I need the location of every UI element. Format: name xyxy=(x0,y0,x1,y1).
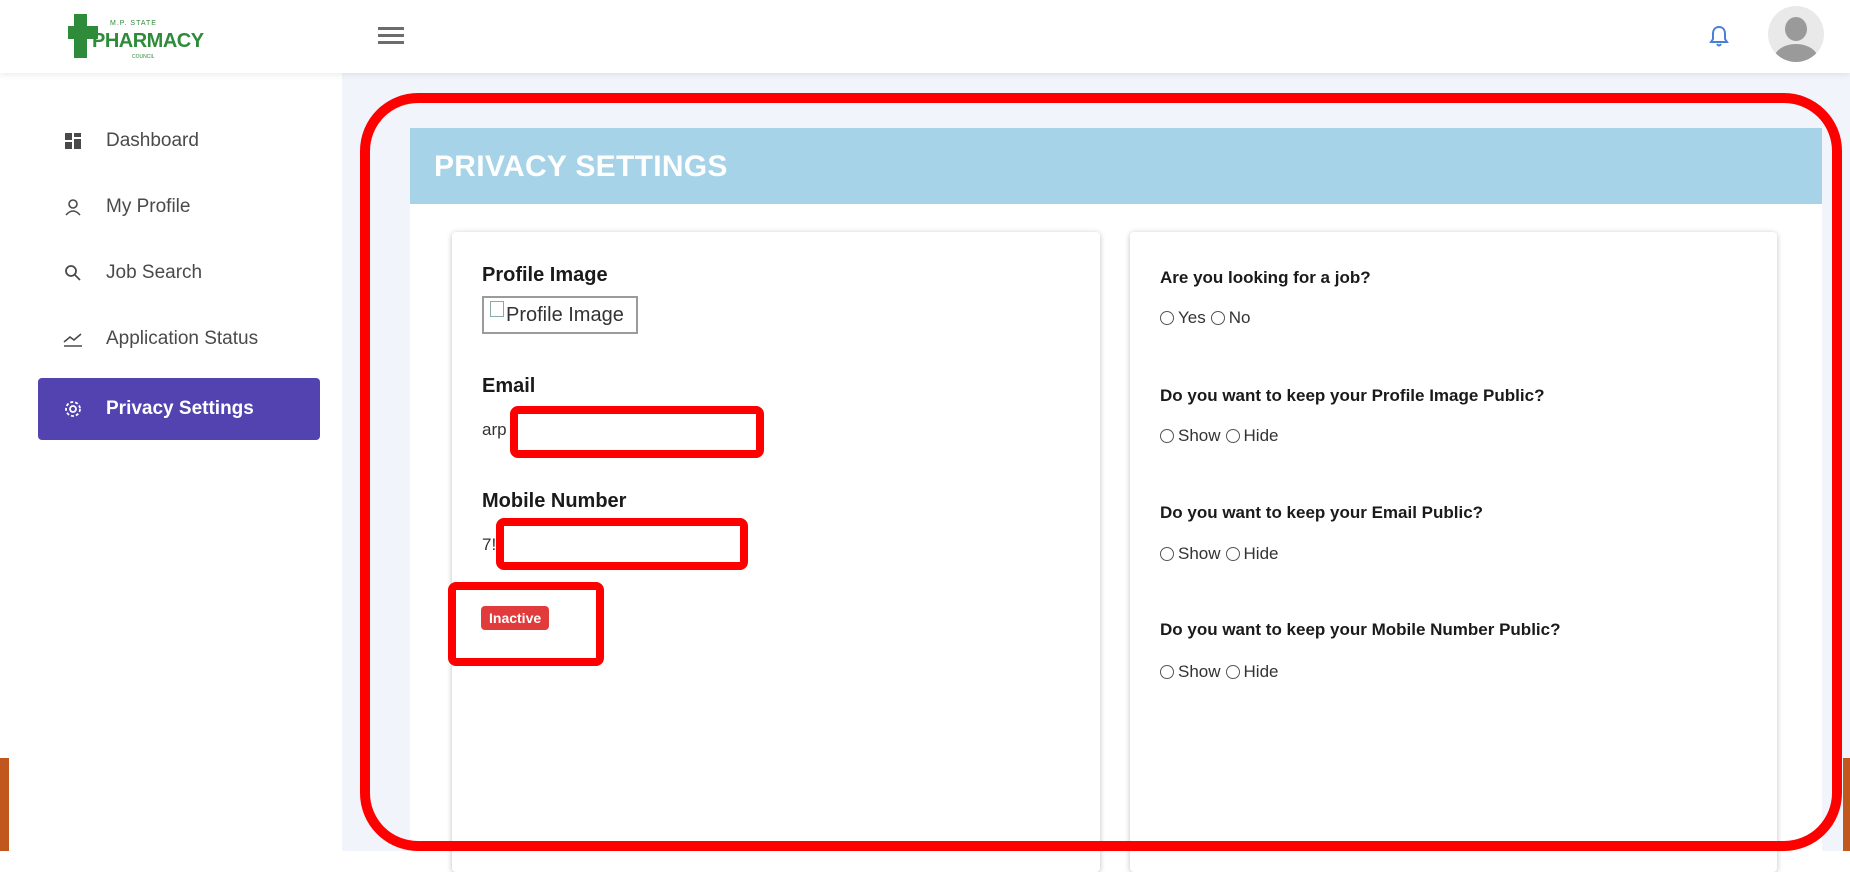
profile-image-alt-text: Profile Image xyxy=(506,303,624,326)
radio-hide[interactable]: Hide xyxy=(1225,544,1279,564)
mobile-number-label: Mobile Number xyxy=(482,490,627,512)
radio-yes[interactable]: Yes xyxy=(1160,308,1206,328)
sidebar-item-label: My Profile xyxy=(106,196,191,217)
bell-icon[interactable] xyxy=(1708,24,1730,48)
logo-bottom-text: COUNCIL xyxy=(132,54,155,60)
email-public-options: Show Hide xyxy=(1160,544,1284,564)
sidebar-item-application-status[interactable]: Application Status xyxy=(38,310,320,368)
user-icon xyxy=(62,196,84,218)
sidebar-item-privacy-settings[interactable]: Privacy Settings xyxy=(38,378,320,440)
profile-image-public-options: Show Hide xyxy=(1160,426,1284,446)
email-value: arp xyxy=(482,420,507,439)
status-badge: Inactive xyxy=(481,606,550,630)
logo-top-text: M.P. STATE xyxy=(110,20,157,27)
gear-icon xyxy=(62,398,84,420)
sidebar-item-my-profile[interactable]: My Profile xyxy=(38,178,320,236)
slide-edge-bar-left xyxy=(0,758,9,851)
hamburger-menu-icon[interactable] xyxy=(378,27,404,45)
radio-no[interactable]: No xyxy=(1210,308,1250,328)
radio-hide[interactable]: Hide xyxy=(1225,662,1279,682)
sidebar-item-label: Application Status xyxy=(106,328,259,349)
radio-show[interactable]: Show xyxy=(1160,426,1221,446)
chart-trend-icon xyxy=(62,328,84,350)
mobile-number-value: 7! xyxy=(482,535,497,554)
sidebar: Dashboard My Profile Job Search Applicat… xyxy=(0,73,340,851)
logo-main-text: PHARMACY xyxy=(92,30,204,52)
sidebar-item-job-search[interactable]: Job Search xyxy=(38,244,320,302)
avatar-icon[interactable] xyxy=(1768,6,1824,62)
top-bar: M.P. STATE PHARMACY COUNCIL xyxy=(0,0,1850,73)
radio-show[interactable]: Show xyxy=(1160,544,1221,564)
question-profile-image-public: Do you want to keep your Profile Image P… xyxy=(1160,386,1545,405)
sidebar-item-label: Dashboard xyxy=(106,130,199,151)
broken-image-icon xyxy=(490,301,504,317)
question-mobile-public: Do you want to keep your Mobile Number P… xyxy=(1160,620,1561,639)
radio-hide[interactable]: Hide xyxy=(1225,426,1279,446)
profile-image: Profile Image xyxy=(482,296,638,334)
email-label: Email xyxy=(482,375,536,397)
question-looking-for-job: Are you looking for a job? xyxy=(1160,268,1371,287)
dashboard-icon xyxy=(62,130,84,152)
slide-edge-bar-right xyxy=(1843,758,1850,851)
search-icon xyxy=(62,262,84,284)
sidebar-item-dashboard[interactable]: Dashboard xyxy=(38,112,320,170)
pharmacy-council-logo[interactable]: M.P. STATE PHARMACY COUNCIL xyxy=(68,14,204,62)
panel-header: PRIVACY SETTINGS xyxy=(410,128,1822,204)
page-title: PRIVACY SETTINGS xyxy=(434,150,728,183)
question-email-public: Do you want to keep your Email Public? xyxy=(1160,503,1484,522)
looking-for-job-options: Yes No xyxy=(1160,308,1255,328)
radio-show[interactable]: Show xyxy=(1160,662,1221,682)
mobile-public-options: Show Hide xyxy=(1160,662,1284,682)
sidebar-item-label: Job Search xyxy=(106,262,203,283)
sidebar-item-label: Privacy Settings xyxy=(106,398,254,419)
profile-image-label: Profile Image xyxy=(482,264,608,286)
